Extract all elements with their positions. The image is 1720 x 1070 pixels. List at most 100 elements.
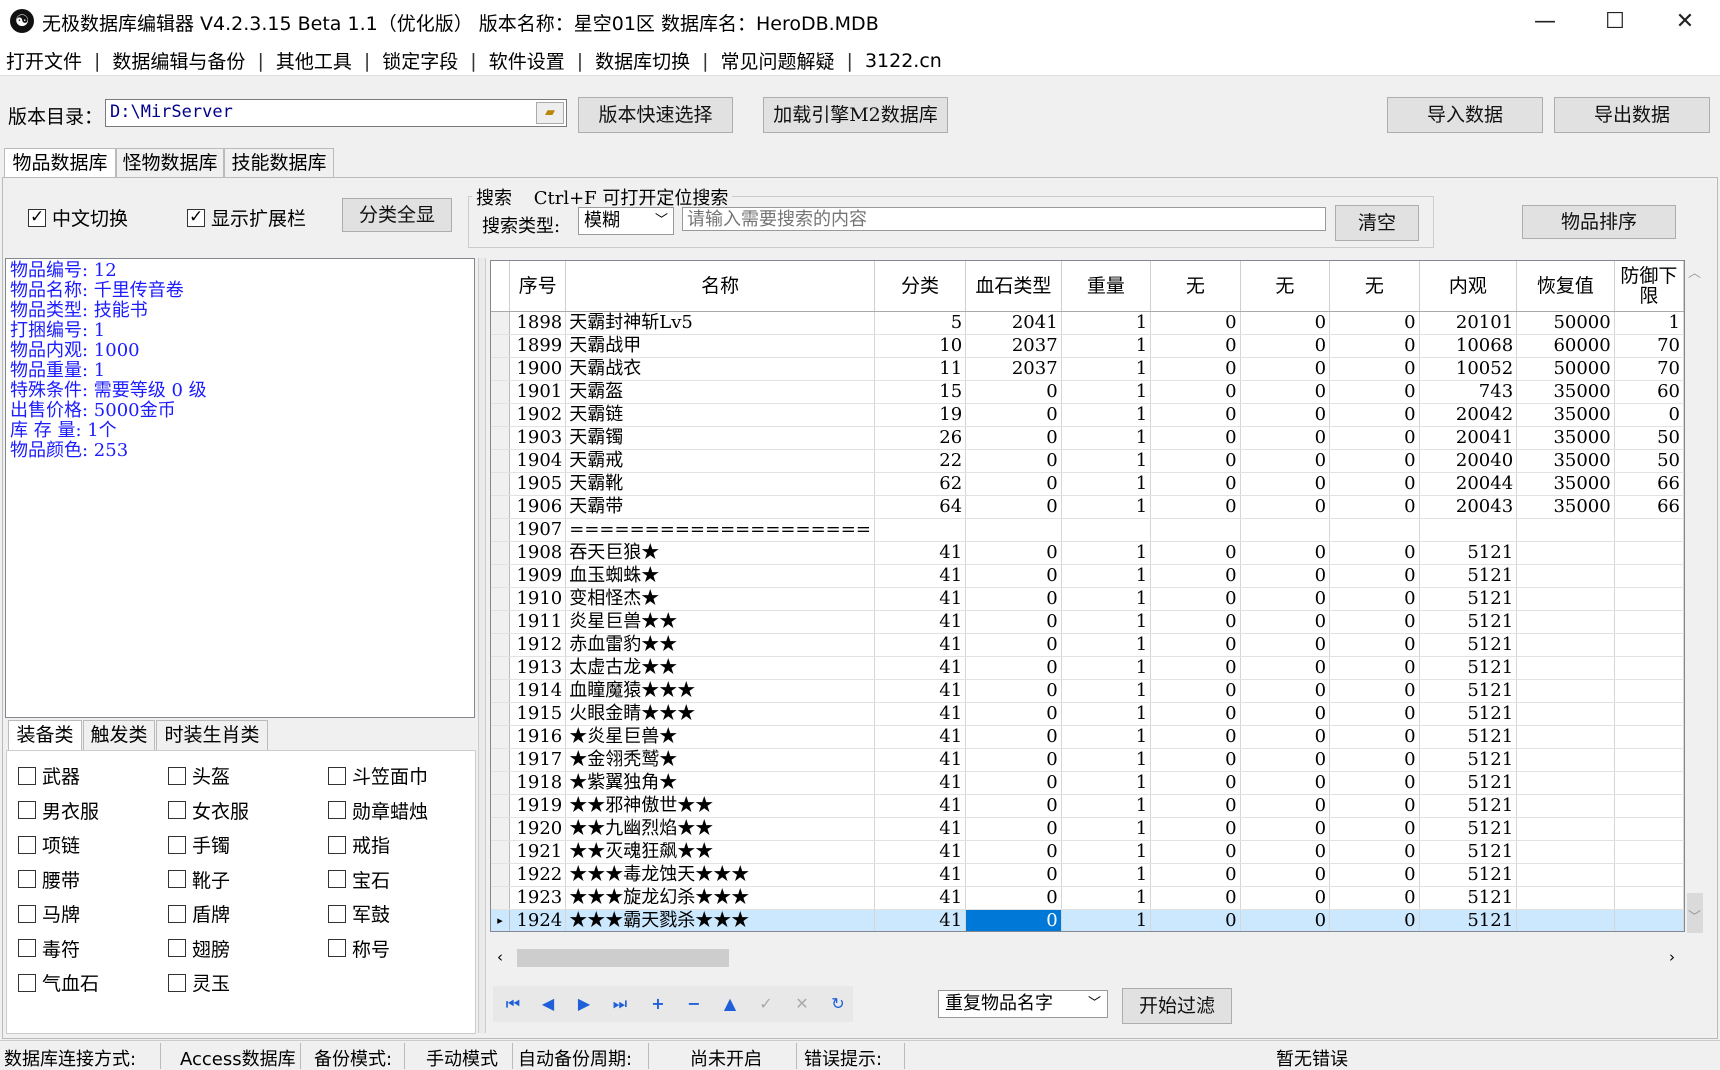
table-cell[interactable]: 0 xyxy=(1329,633,1420,657)
table-cell[interactable]: 天霸镯 xyxy=(565,426,875,450)
table-cell[interactable]: 41 xyxy=(874,771,967,795)
table-cell[interactable]: 1 xyxy=(1061,633,1152,657)
table-cell[interactable]: 0 xyxy=(1240,311,1331,335)
table-cell[interactable]: 5121 xyxy=(1419,541,1518,565)
table-cell[interactable]: 0 xyxy=(1240,449,1331,473)
table-cell[interactable]: 0 xyxy=(965,817,1062,841)
table-cell[interactable]: 50000 xyxy=(1516,357,1615,381)
table-cell[interactable]: 41 xyxy=(874,564,967,588)
table-cell[interactable]: 1 xyxy=(1061,909,1152,931)
category-checkbox[interactable]: 戒指 xyxy=(328,831,390,858)
table-cell[interactable]: 0 xyxy=(965,495,1062,519)
export-button[interactable]: 导出数据 xyxy=(1554,97,1710,133)
dir-input[interactable]: D:\MirServer ▰ xyxy=(105,99,567,127)
table-cell[interactable] xyxy=(1419,518,1518,542)
item-sort-button[interactable]: 物品排序 xyxy=(1522,205,1676,239)
category-checkbox[interactable]: 宝石 xyxy=(328,866,390,893)
table-cell[interactable]: 2041 xyxy=(965,311,1062,335)
table-cell[interactable] xyxy=(1329,518,1420,542)
table-row[interactable]: 1915 火眼金睛★★★ 41 0 1 0 0 0 5121 xyxy=(491,702,1684,726)
table-cell[interactable]: 赤血雷豹★★ xyxy=(565,633,875,657)
table-cell[interactable]: 0 xyxy=(1329,909,1420,931)
table-cell[interactable] xyxy=(1516,518,1615,542)
tab-equipment[interactable]: 装备类 xyxy=(8,720,82,750)
table-cell[interactable]: 0 xyxy=(1150,702,1241,726)
table-cell[interactable]: 5121 xyxy=(1419,863,1518,887)
table-row[interactable]: 1903 天霸镯 26 0 1 0 0 0 20041 35000 50 xyxy=(491,426,1684,450)
table-cell[interactable]: 1 xyxy=(1061,771,1152,795)
table-cell[interactable]: 0 xyxy=(1329,541,1420,565)
scroll-left-icon[interactable]: ‹ xyxy=(497,948,503,966)
table-cell[interactable]: 0 xyxy=(965,541,1062,565)
table-cell[interactable]: ★★★毒龙蚀天★★★ xyxy=(565,863,875,887)
table-cell[interactable]: 1900 xyxy=(509,357,567,381)
table-cell[interactable]: 41 xyxy=(874,541,967,565)
table-cell[interactable]: 0 xyxy=(965,656,1062,680)
table-cell[interactable]: 天霸靴 xyxy=(565,472,875,496)
table-cell[interactable]: 1 xyxy=(1061,380,1152,404)
table-cell[interactable]: 0 xyxy=(1150,633,1241,657)
table-cell[interactable]: 20101 xyxy=(1419,311,1518,335)
table-cell[interactable]: 0 xyxy=(1329,679,1420,703)
table-cell[interactable]: 炎星巨兽★★ xyxy=(565,610,875,634)
table-cell[interactable]: 0 xyxy=(1240,679,1331,703)
table-cell[interactable]: 1916 xyxy=(509,725,567,749)
table-cell[interactable]: 41 xyxy=(874,817,967,841)
table-cell[interactable] xyxy=(1614,702,1684,726)
table-cell[interactable]: 0 xyxy=(1240,702,1331,726)
table-cell[interactable]: 1921 xyxy=(509,840,567,864)
table-cell[interactable]: 1908 xyxy=(509,541,567,565)
table-cell[interactable]: 5121 xyxy=(1419,909,1518,931)
menu-website-link[interactable]: 3122.cn xyxy=(865,50,942,72)
row-header-cell[interactable] xyxy=(491,311,511,335)
table-cell[interactable]: 1924 xyxy=(509,909,567,931)
category-checkbox[interactable]: 项链 xyxy=(18,831,80,858)
table-cell[interactable]: 5121 xyxy=(1419,587,1518,611)
table-cell[interactable]: 0 xyxy=(1329,495,1420,519)
quick-select-button[interactable]: 版本快速选择 xyxy=(578,97,733,133)
menu-other-tools[interactable]: 其他工具 xyxy=(276,47,352,74)
table-cell[interactable] xyxy=(1516,794,1615,818)
table-cell[interactable]: 0 xyxy=(965,426,1062,450)
table-cell[interactable]: 0 xyxy=(1329,702,1420,726)
table-cell[interactable]: 1 xyxy=(1061,334,1152,358)
table-cell[interactable]: 1 xyxy=(1061,886,1152,910)
table-cell[interactable]: 1 xyxy=(1061,725,1152,749)
row-header-cell[interactable] xyxy=(491,587,511,611)
category-checkbox[interactable]: 腰带 xyxy=(18,866,80,893)
table-cell[interactable]: 天霸战甲 xyxy=(565,334,875,358)
table-cell[interactable]: 0 xyxy=(1150,656,1241,680)
current-row-indicator-icon[interactable]: ▸ xyxy=(491,909,511,931)
table-cell[interactable]: 20044 xyxy=(1419,472,1518,496)
row-header-cell[interactable] xyxy=(491,334,511,358)
table-cell[interactable] xyxy=(1240,518,1331,542)
table-cell[interactable] xyxy=(1516,610,1615,634)
filter-type-select[interactable]: 重复物品名字 ﹀ xyxy=(938,990,1108,1018)
table-cell[interactable]: 0 xyxy=(1240,472,1331,496)
splitter-handle[interactable] xyxy=(478,258,486,1033)
row-header-cell[interactable] xyxy=(491,771,511,795)
table-cell[interactable]: 0 xyxy=(965,794,1062,818)
table-cell[interactable]: 0 xyxy=(1329,656,1420,680)
scroll-right-icon[interactable]: › xyxy=(1669,948,1675,966)
load-m2-button[interactable]: 加载引擎M2数据库 xyxy=(763,97,948,133)
import-button[interactable]: 导入数据 xyxy=(1387,97,1543,133)
table-cell[interactable]: 0 xyxy=(1329,311,1420,335)
table-cell[interactable]: 火眼金睛★★★ xyxy=(565,702,875,726)
table-cell[interactable] xyxy=(1614,817,1684,841)
table-cell[interactable]: 0 xyxy=(1150,840,1241,864)
table-cell[interactable]: 35000 xyxy=(1516,403,1615,427)
table-cell[interactable]: 35000 xyxy=(1516,495,1615,519)
table-cell[interactable]: 天霸封神斩Lv5 xyxy=(565,311,875,335)
clear-button[interactable]: 清空 xyxy=(1335,205,1419,241)
table-cell[interactable]: 变相怪杰★ xyxy=(565,587,875,611)
table-cell[interactable]: 62 xyxy=(874,472,967,496)
table-row[interactable]: 1913 太虚古龙★★ 41 0 1 0 0 0 5121 xyxy=(491,656,1684,680)
column-header[interactable]: 无 xyxy=(1150,261,1241,312)
table-cell[interactable]: 0 xyxy=(965,380,1062,404)
table-cell[interactable]: 0 xyxy=(1150,403,1241,427)
table-cell[interactable]: 5121 xyxy=(1419,564,1518,588)
table-cell[interactable]: 0 xyxy=(1329,587,1420,611)
column-header[interactable]: 分类 xyxy=(874,261,967,312)
table-cell[interactable]: 血瞳魔猿★★★ xyxy=(565,679,875,703)
